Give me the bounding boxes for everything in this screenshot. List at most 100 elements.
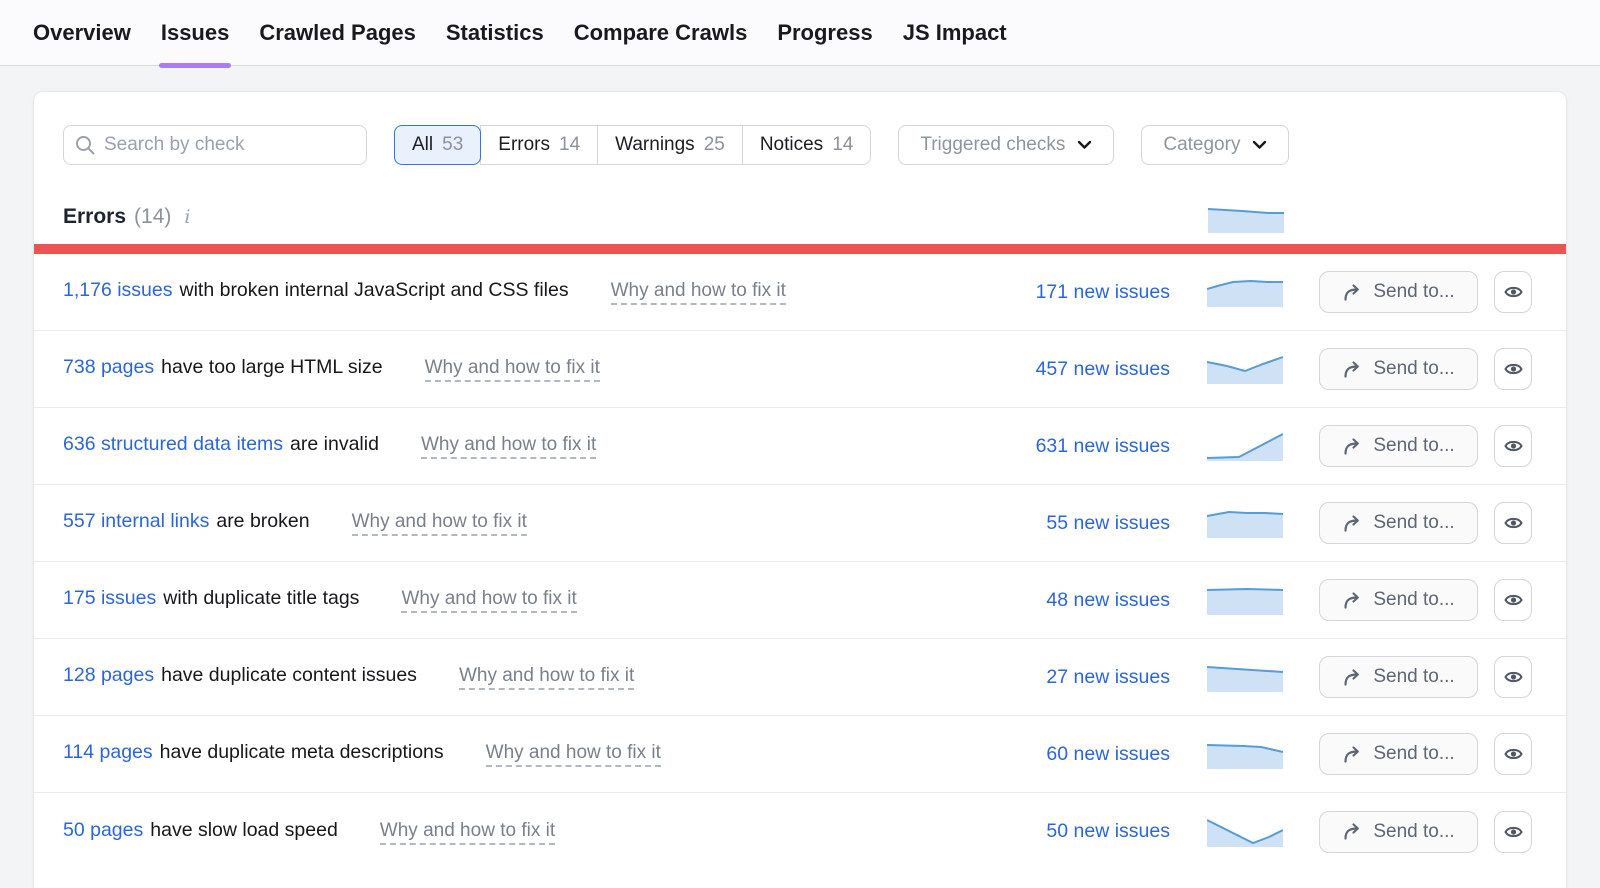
- issue-trend-sparkline: [1207, 662, 1283, 692]
- issue-trend-sparkline: [1207, 508, 1283, 538]
- why-how-to-fix-link[interactable]: Why and how to fix it: [486, 742, 661, 767]
- new-issues-link[interactable]: 50 new issues: [970, 820, 1170, 843]
- filter-notices[interactable]: Notices14: [742, 125, 872, 165]
- issue-row: 114 pages have duplicate meta descriptio…: [34, 716, 1566, 793]
- issue-count-link[interactable]: 50 pages: [63, 819, 143, 842]
- issues-toolbar: All53Errors14Warnings25Notices14 Trigger…: [34, 92, 1566, 165]
- issue-row: 738 pages have too large HTML size Why a…: [34, 331, 1566, 408]
- eye-icon: [1503, 359, 1524, 379]
- issue-trend-sparkline: [1207, 354, 1283, 384]
- issue-row: 50 pages have slow load speed Why and ho…: [34, 793, 1566, 870]
- send-to-button[interactable]: Send to...: [1319, 425, 1478, 467]
- send-to-button[interactable]: Send to...: [1319, 733, 1478, 775]
- new-issues-link[interactable]: 48 new issues: [970, 589, 1170, 612]
- eye-icon: [1503, 822, 1524, 842]
- chevron-down-icon: [1077, 140, 1092, 150]
- dropdown-filters: Triggered checks Category: [871, 125, 1289, 165]
- hide-issue-button[interactable]: [1494, 579, 1532, 621]
- hide-issue-button[interactable]: [1494, 271, 1532, 313]
- eye-icon: [1503, 282, 1524, 302]
- new-issues-link[interactable]: 631 new issues: [970, 435, 1170, 458]
- tab-js-impact[interactable]: JS Impact: [903, 0, 1007, 65]
- why-how-to-fix-link[interactable]: Why and how to fix it: [425, 357, 600, 382]
- why-how-to-fix-link[interactable]: Why and how to fix it: [401, 588, 576, 613]
- new-issues-link[interactable]: 171 new issues: [970, 281, 1170, 304]
- eye-icon: [1503, 667, 1524, 687]
- hide-issue-button[interactable]: [1494, 656, 1532, 698]
- why-how-to-fix-link[interactable]: Why and how to fix it: [380, 820, 555, 845]
- tab-compare-crawls[interactable]: Compare Crawls: [574, 0, 748, 65]
- send-arrow-icon: [1342, 437, 1363, 456]
- issue-text: have slow load speed: [150, 819, 338, 842]
- send-to-button[interactable]: Send to...: [1319, 271, 1478, 313]
- hide-issue-button[interactable]: [1494, 811, 1532, 853]
- send-to-label: Send to...: [1373, 512, 1454, 534]
- issue-trend-sparkline: [1207, 817, 1283, 847]
- issue-count-link[interactable]: 128 pages: [63, 664, 154, 687]
- send-to-label: Send to...: [1373, 435, 1454, 457]
- errors-title: Errors: [63, 205, 126, 229]
- issue-count-link[interactable]: 175 issues: [63, 587, 156, 610]
- tab-issues[interactable]: Issues: [161, 0, 230, 65]
- chevron-down-icon: [1252, 140, 1267, 150]
- issues-panel: All53Errors14Warnings25Notices14 Trigger…: [33, 91, 1567, 888]
- tab-overview[interactable]: Overview: [33, 0, 131, 65]
- dropdown-label: Category: [1163, 134, 1240, 156]
- issue-row: 128 pages have duplicate content issues …: [34, 639, 1566, 716]
- issue-count-link[interactable]: 114 pages: [63, 741, 153, 764]
- issue-description: 557 internal links are broken Why and ho…: [63, 510, 970, 536]
- tab-crawled-pages[interactable]: Crawled Pages: [259, 0, 416, 65]
- issue-description: 738 pages have too large HTML size Why a…: [63, 356, 970, 382]
- send-to-label: Send to...: [1373, 743, 1454, 765]
- why-how-to-fix-link[interactable]: Why and how to fix it: [352, 511, 527, 536]
- new-issues-link[interactable]: 60 new issues: [970, 743, 1170, 766]
- filter-label: All: [412, 134, 433, 156]
- send-arrow-icon: [1342, 283, 1363, 302]
- issue-count-link[interactable]: 557 internal links: [63, 510, 209, 533]
- issue-description: 1,176 issues with broken internal JavaSc…: [63, 279, 970, 305]
- why-how-to-fix-link[interactable]: Why and how to fix it: [459, 665, 634, 690]
- hide-issue-button[interactable]: [1494, 348, 1532, 390]
- why-how-to-fix-link[interactable]: Why and how to fix it: [611, 280, 786, 305]
- site-audit-tab-bar: Overview Issues Crawled Pages Statistics Com…: [0, 0, 1600, 66]
- triggered-checks-dropdown[interactable]: Triggered checks: [898, 125, 1114, 165]
- hide-issue-button[interactable]: [1494, 733, 1532, 775]
- send-arrow-icon: [1342, 591, 1363, 610]
- search-input[interactable]: [63, 125, 367, 165]
- send-to-button[interactable]: Send to...: [1319, 348, 1478, 390]
- issue-description: 128 pages have duplicate content issues …: [63, 664, 970, 690]
- errors-count: (14): [134, 205, 171, 229]
- send-to-button[interactable]: Send to...: [1319, 811, 1478, 853]
- issue-count-link[interactable]: 636 structured data items: [63, 433, 283, 456]
- send-to-button[interactable]: Send to...: [1319, 656, 1478, 698]
- issue-row: 557 internal links are broken Why and ho…: [34, 485, 1566, 562]
- info-icon[interactable]: i: [184, 206, 190, 228]
- hide-issue-button[interactable]: [1494, 502, 1532, 544]
- filter-errors[interactable]: Errors14: [480, 125, 598, 165]
- tab-progress[interactable]: Progress: [777, 0, 872, 65]
- send-arrow-icon: [1342, 745, 1363, 764]
- new-issues-link[interactable]: 55 new issues: [970, 512, 1170, 535]
- filter-all[interactable]: All53: [394, 125, 481, 165]
- filter-count: 14: [832, 134, 853, 156]
- filter-warnings[interactable]: Warnings25: [597, 125, 743, 165]
- issue-count-link[interactable]: 738 pages: [63, 356, 154, 379]
- eye-icon: [1503, 744, 1524, 764]
- send-to-button[interactable]: Send to...: [1319, 502, 1478, 544]
- why-how-to-fix-link[interactable]: Why and how to fix it: [421, 434, 596, 459]
- category-dropdown[interactable]: Category: [1141, 125, 1289, 165]
- errors-trend-sparkline: [1208, 203, 1284, 233]
- errors-section-header: Errors (14) i: [34, 165, 1566, 229]
- hide-issue-button[interactable]: [1494, 425, 1532, 467]
- send-to-label: Send to...: [1373, 358, 1454, 380]
- new-issues-link[interactable]: 27 new issues: [970, 666, 1170, 689]
- dropdown-label: Triggered checks: [920, 134, 1065, 156]
- tab-statistics[interactable]: Statistics: [446, 0, 544, 65]
- issue-count-link[interactable]: 1,176 issues: [63, 279, 173, 302]
- send-to-button[interactable]: Send to...: [1319, 579, 1478, 621]
- new-issues-link[interactable]: 457 new issues: [970, 358, 1170, 381]
- send-arrow-icon: [1342, 668, 1363, 687]
- send-to-label: Send to...: [1373, 281, 1454, 303]
- issue-trend-sparkline: [1207, 277, 1283, 307]
- issue-trend-sparkline: [1207, 431, 1283, 461]
